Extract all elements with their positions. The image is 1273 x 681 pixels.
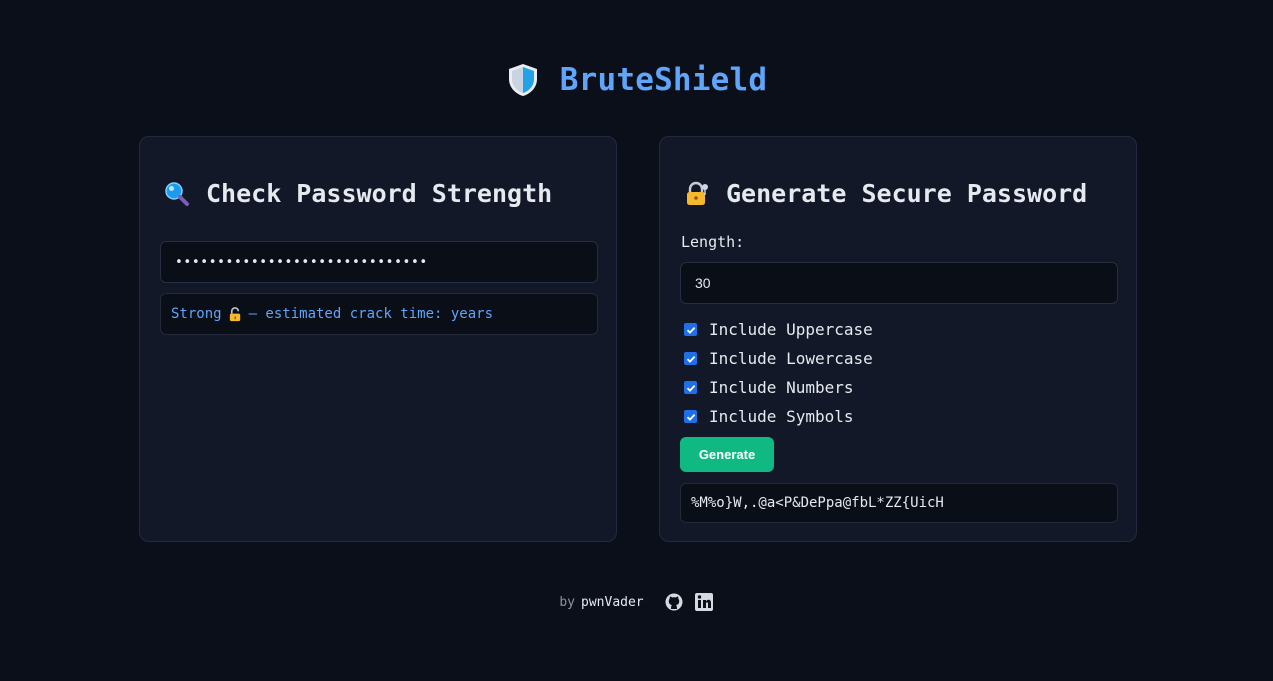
- numbers-checkbox[interactable]: [684, 381, 697, 394]
- option-lowercase[interactable]: Include Lowercase: [684, 344, 873, 373]
- magnifier-icon: [165, 181, 189, 206]
- generator-options: Include Uppercase Include Lowercase Incl…: [684, 315, 873, 431]
- checkmark-icon: [686, 413, 695, 421]
- length-label: Length:: [681, 233, 745, 251]
- checkmark-icon: [686, 326, 695, 334]
- check-strength-heading: Check Password Strength: [164, 179, 552, 208]
- unlocked-lock-icon: [229, 306, 240, 321]
- check-strength-title: Check Password Strength: [206, 179, 553, 208]
- uppercase-checkbox[interactable]: [684, 323, 697, 336]
- app-header: BruteShield: [0, 62, 1273, 98]
- lowercase-checkbox[interactable]: [684, 352, 697, 365]
- linkedin-icon[interactable]: [694, 592, 714, 612]
- shield-icon: [508, 64, 537, 96]
- symbols-checkbox[interactable]: [684, 410, 697, 423]
- footer-by-text: by: [559, 594, 576, 610]
- generated-password-output[interactable]: %M%o}W,.@a<P&DePpa@fbL*ZZ{UicH: [680, 483, 1118, 523]
- numbers-label: Include Numbers: [709, 378, 854, 397]
- lock-with-key-icon: [687, 181, 708, 205]
- option-uppercase[interactable]: Include Uppercase: [684, 315, 873, 344]
- symbols-label: Include Symbols: [709, 407, 854, 426]
- option-symbols[interactable]: Include Symbols: [684, 402, 873, 431]
- github-icon[interactable]: [664, 592, 684, 612]
- checkmark-icon: [686, 355, 695, 363]
- footer-author: pwnVader: [581, 594, 644, 610]
- lowercase-label: Include Lowercase: [709, 349, 873, 368]
- length-input[interactable]: 30: [680, 262, 1118, 304]
- strength-label: Strong: [171, 306, 222, 322]
- strength-result: Strong — estimated crack time: years: [160, 293, 598, 335]
- password-input[interactable]: ••••••••••••••••••••••••••••••: [160, 241, 598, 283]
- check-strength-card: Check Password Strength ••••••••••••••••…: [139, 136, 617, 542]
- generate-password-heading: Generate Secure Password: [684, 179, 1087, 208]
- generate-button[interactable]: Generate: [680, 437, 774, 472]
- uppercase-label: Include Uppercase: [709, 320, 873, 339]
- generate-password-card: Generate Secure Password Length: 30 Incl…: [659, 136, 1137, 542]
- app-title: BruteShield: [559, 62, 768, 98]
- crack-time-text: — estimated crack time: years: [248, 306, 494, 322]
- checkmark-icon: [686, 384, 695, 392]
- footer: by pwnVader: [0, 592, 1273, 612]
- option-numbers[interactable]: Include Numbers: [684, 373, 873, 402]
- generate-password-title: Generate Secure Password: [726, 179, 1088, 208]
